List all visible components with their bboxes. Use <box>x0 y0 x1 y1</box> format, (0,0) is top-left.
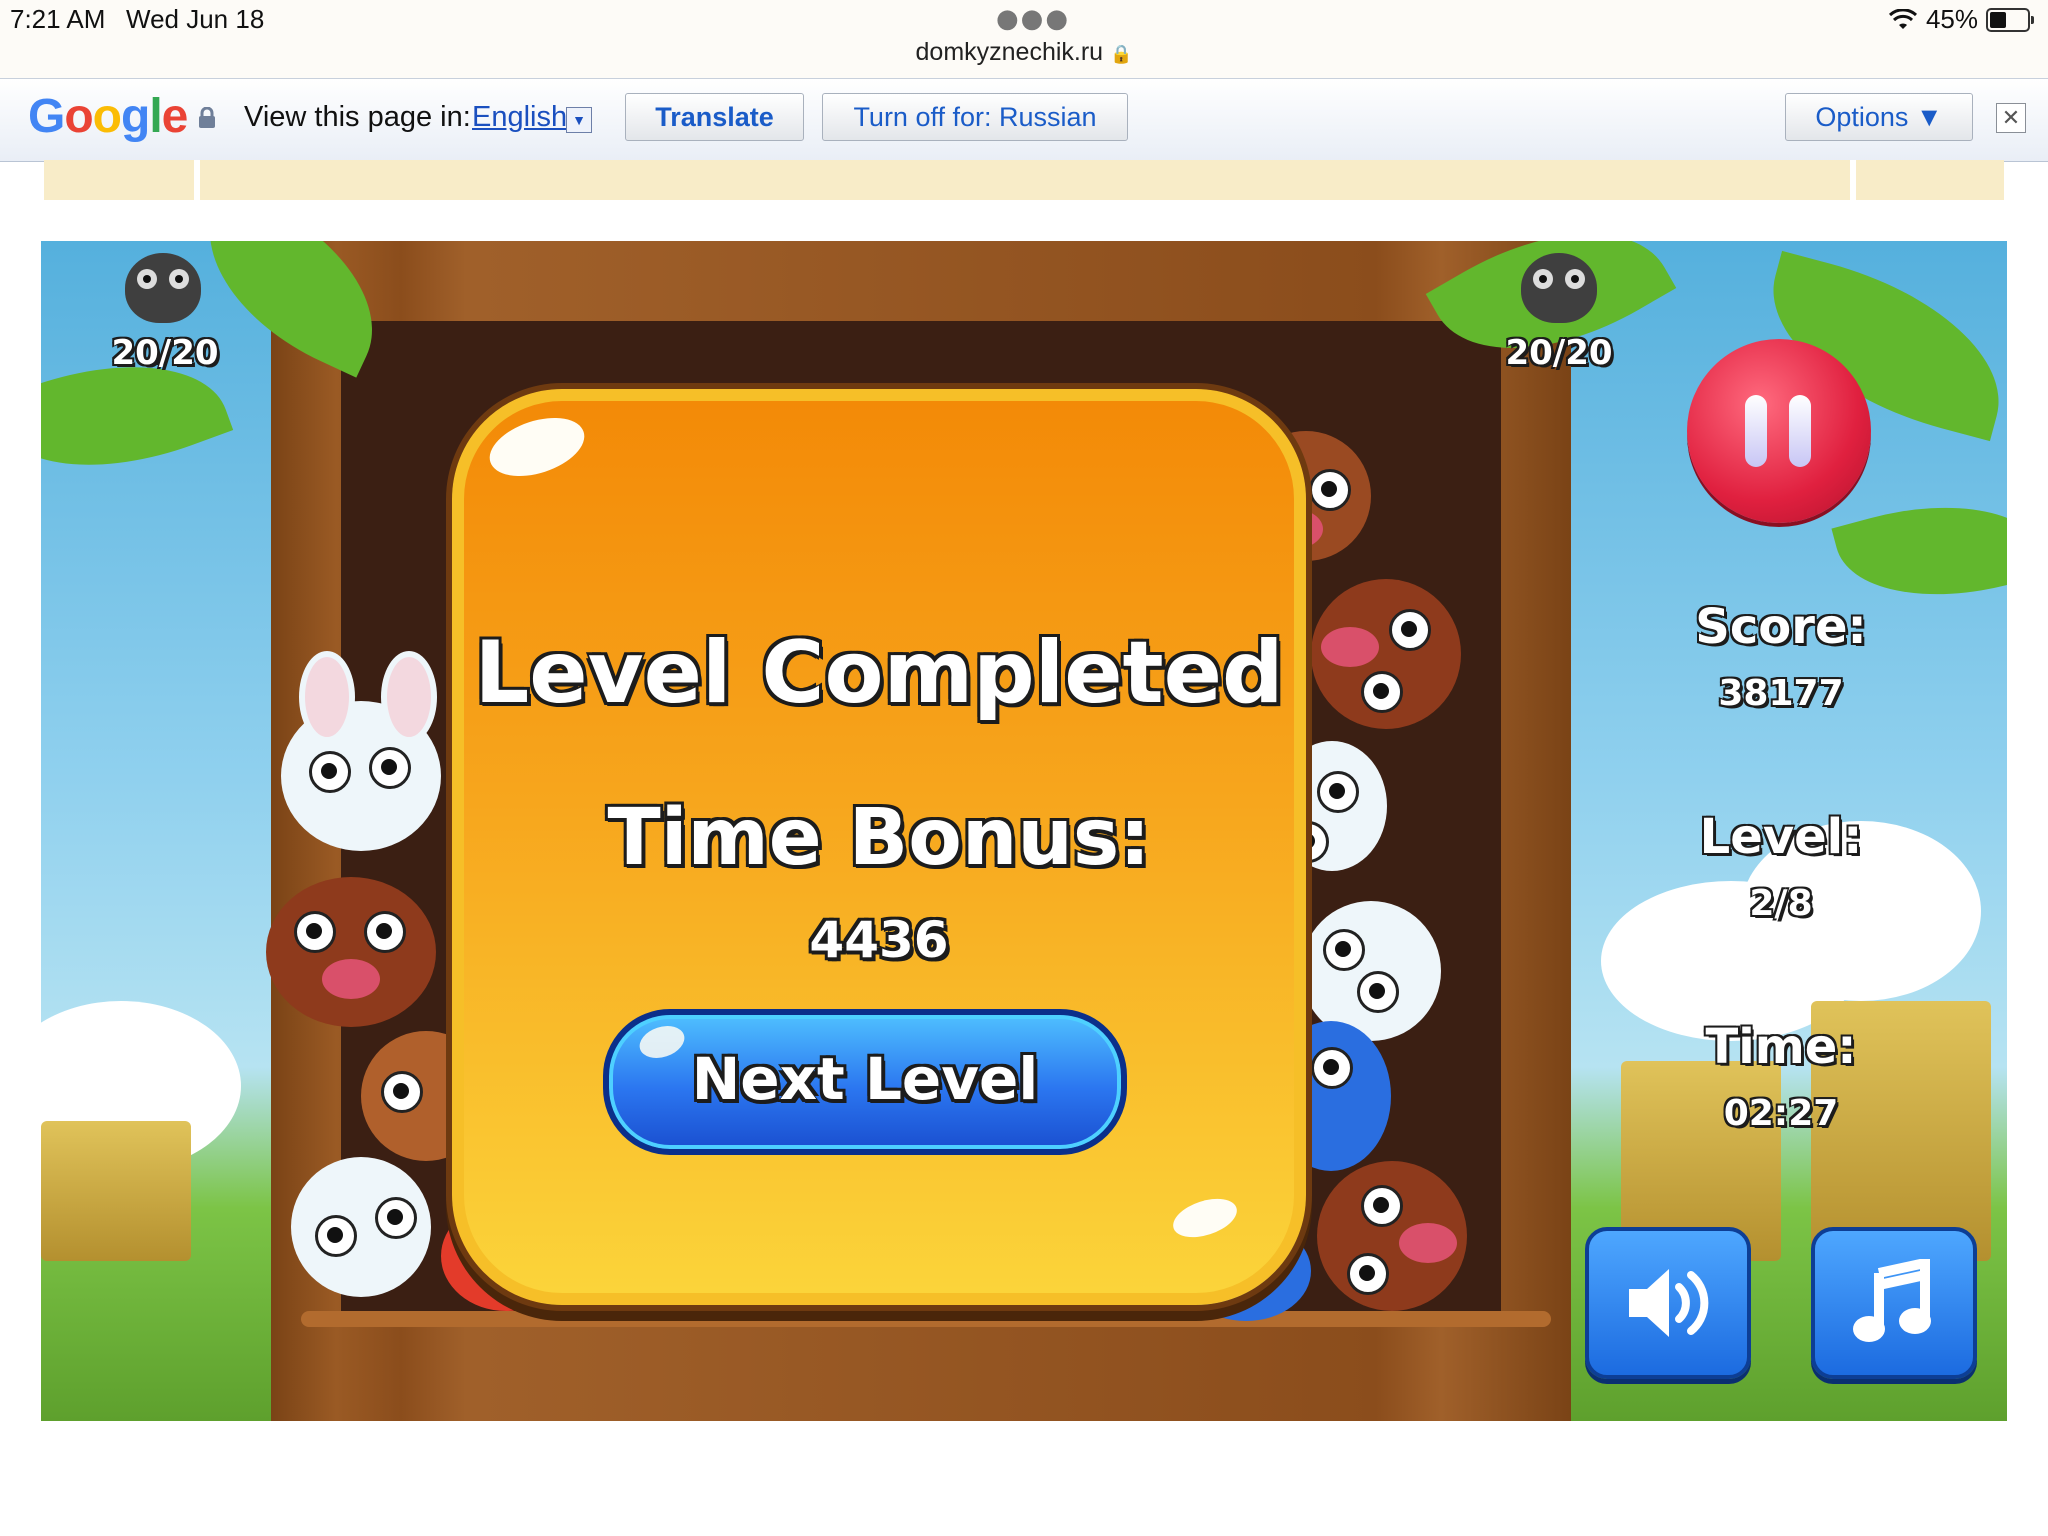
translate-bar: Google View this page in: English ▼ Tran… <box>0 78 2048 162</box>
boar-counter-icon <box>1521 253 1597 323</box>
time-label: Time: <box>1705 1019 1857 1075</box>
battery-percent: 45% <box>1925 4 1978 34</box>
options-button[interactable]: Options ▼ <box>1785 93 1973 141</box>
pause-icon <box>1789 395 1811 467</box>
close-icon[interactable]: ✕ <box>1996 103 2026 133</box>
time-bonus-label: Time Bonus: <box>607 793 1151 883</box>
lock-icon <box>199 107 215 128</box>
pause-icon <box>1745 395 1767 467</box>
url-text: domkyznechik.ru <box>915 38 1104 66</box>
left-counter: 20/20 <box>111 333 219 373</box>
translate-button[interactable]: Translate <box>625 93 804 141</box>
battery-icon <box>1986 7 2034 32</box>
status-time: 7:21 AM <box>10 4 106 34</box>
level-label: Level: <box>1699 809 1863 865</box>
strip-divider <box>194 160 200 200</box>
right-counter: 20/20 <box>1505 333 1613 373</box>
page-header-strip <box>44 160 2004 200</box>
language-dropdown-icon[interactable]: ▼ <box>566 107 592 133</box>
status-bar: 7:21 AM Wed Jun 18 ●●● domkyznechik.ru 🔒… <box>0 0 2048 78</box>
level-value: 2/8 <box>1749 883 1813 924</box>
language-link[interactable]: English <box>472 101 567 134</box>
more-icon[interactable]: ●●● <box>996 4 1070 34</box>
bunny-tile[interactable] <box>281 651 441 851</box>
turn-off-button[interactable]: Turn off for: Russian <box>822 93 1128 141</box>
dialog-gloss <box>482 407 592 487</box>
sound-button[interactable] <box>1585 1227 1751 1379</box>
time-value: 02:27 <box>1723 1093 1839 1134</box>
dialog-title: Level Completed <box>474 623 1284 723</box>
next-level-button[interactable]: Next Level <box>603 1009 1127 1155</box>
hippo-counter-icon <box>125 253 201 323</box>
address-bar[interactable]: domkyznechik.ru 🔒 <box>0 38 2048 67</box>
google-logo: Google <box>28 90 188 143</box>
score-label: Score: <box>1695 599 1867 655</box>
music-button[interactable] <box>1811 1227 1977 1379</box>
wifi-icon <box>1888 8 1917 29</box>
score-value: 38177 <box>1718 673 1844 714</box>
status-indicators: 45% <box>1888 4 2034 35</box>
level-completed-dialog: Level Completed Time Bonus: 4436 Next Le… <box>452 389 1306 1305</box>
bunny-tile[interactable] <box>1301 901 1441 1041</box>
board-shelf <box>301 1311 1551 1327</box>
view-page-label: View this page in: <box>244 101 471 133</box>
pause-button[interactable] <box>1687 339 1871 523</box>
music-note-icon <box>1853 1259 1931 1342</box>
bunny-tile[interactable] <box>291 1157 431 1297</box>
strip-divider <box>1850 160 1856 200</box>
rock <box>41 1121 191 1261</box>
boar-tile[interactable] <box>1317 1161 1467 1311</box>
time-bonus-value: 4436 <box>809 911 949 969</box>
status-date: Wed Jun 18 <box>126 4 265 34</box>
boar-tile[interactable] <box>1311 579 1461 729</box>
game-canvas[interactable]: 20/20 20/20 Score: 38177 Level: 2/8 Time… <box>41 241 2007 1421</box>
lock-icon: 🔒 <box>1110 44 1133 64</box>
speaker-icon <box>1629 1269 1709 1337</box>
next-level-label: Next Level <box>691 1045 1039 1113</box>
boar-tile[interactable] <box>266 877 436 1027</box>
dialog-gloss <box>1168 1191 1242 1245</box>
